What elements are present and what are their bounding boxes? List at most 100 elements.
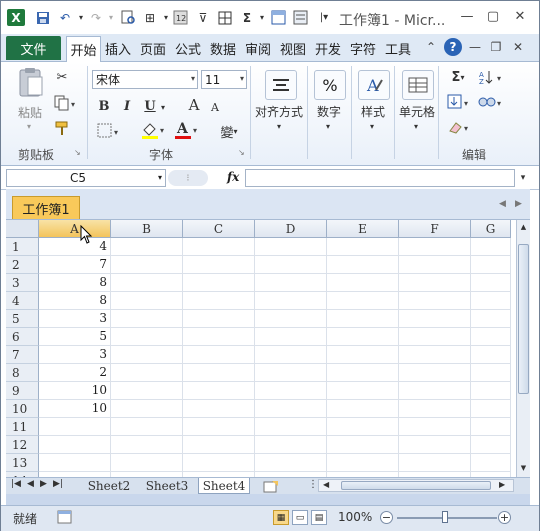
column-header-e[interactable]: E [327,220,399,238]
scroll-up-icon[interactable]: ▲ [518,222,529,232]
cut-icon[interactable]: ✂ [53,68,71,86]
cell-g6[interactable] [471,328,511,346]
font-color-button[interactable]: A ▾ [173,120,201,140]
cell-d3[interactable] [255,274,327,292]
customize-qat-icon[interactable]: |▾ [315,9,333,26]
cell-f13[interactable] [399,454,471,472]
minimize-button[interactable]: — [456,7,478,25]
cell-a4[interactable]: 8 [39,292,111,310]
cell-b9[interactable] [111,382,183,400]
name-box[interactable]: C5 ▾ [6,169,166,187]
zoom-in-button[interactable]: + [498,511,511,524]
column-header-a[interactable]: A [39,220,111,238]
scroll-right-icon[interactable]: ▶ [499,480,505,489]
formula-input[interactable] [245,169,515,187]
tab-insert[interactable]: 插入 [102,36,134,60]
row-header-8[interactable]: 8 [6,364,39,382]
tab-page[interactable]: 页面 [137,36,169,60]
cell-e13[interactable] [327,454,399,472]
vertical-scroll-thumb[interactable] [518,244,529,394]
cell-g8[interactable] [471,364,511,382]
cell-g2[interactable] [471,256,511,274]
vertical-scrollbar[interactable]: ▲ ▼ [516,220,530,477]
cell-g5[interactable] [471,310,511,328]
cell-c10[interactable] [183,400,255,418]
number-group-label[interactable]: 数字 [317,103,341,120]
cell-b6[interactable] [111,328,183,346]
cell-d6[interactable] [255,328,327,346]
cell-d4[interactable] [255,292,327,310]
cell-b12[interactable] [111,436,183,454]
cell-a10[interactable]: 10 [39,400,111,418]
sheet-tab-sheet2[interactable]: Sheet2 [84,478,134,494]
cell-d8[interactable] [255,364,327,382]
cell-g11[interactable] [471,418,511,436]
chevron-down-icon[interactable]: ▾ [240,74,244,83]
cell-f3[interactable] [399,274,471,292]
cell-a8[interactable]: 2 [39,364,111,382]
formula-divider-icon[interactable]: ⁝ [168,170,208,186]
cell-d12[interactable] [255,436,327,454]
zoom-slider-thumb[interactable] [442,511,448,523]
cell-c6[interactable] [183,328,255,346]
cell-e4[interactable] [327,292,399,310]
cell-e1[interactable] [327,238,399,256]
cells-icon[interactable] [402,70,434,100]
horizontal-scrollbar[interactable]: ◀ ▶ [318,479,514,492]
excel-app-icon[interactable]: X [7,9,25,26]
cell-f9[interactable] [399,382,471,400]
select-all-corner[interactable] [6,220,39,238]
print-preview-icon[interactable] [119,9,137,26]
shrink-font-button[interactable]: A [208,99,222,115]
autosum-button[interactable]: Σ ▾ [446,68,470,86]
cell-b4[interactable] [111,292,183,310]
find-select-button[interactable]: ▾ [477,93,505,111]
insert-function-button[interactable]: fx [227,170,239,184]
paste-icon[interactable] [15,66,47,100]
tab-file[interactable]: 文件 [6,36,61,60]
tab-review[interactable]: 审阅 [242,36,274,60]
underline-button[interactable]: U [142,97,158,115]
cell-e3[interactable] [327,274,399,292]
font-launcher-icon[interactable]: ↘ [238,148,245,157]
cell-b13[interactable] [111,454,183,472]
paste-label[interactable]: 粘贴 [18,104,42,121]
row-header-1[interactable]: 1 [6,238,39,256]
sheet-tab-sheet3[interactable]: Sheet3 [142,478,192,494]
chevron-down-icon[interactable]: ▾ [158,173,162,182]
cell-g3[interactable] [471,274,511,292]
cell-a13[interactable] [39,454,111,472]
normal-view-button[interactable]: ▦ [273,510,289,525]
cell-d9[interactable] [255,382,327,400]
wb-minimize-icon[interactable]: — [466,38,484,56]
freeze-icon[interactable] [269,9,287,26]
cell-f11[interactable] [399,418,471,436]
cell-g10[interactable] [471,400,511,418]
tab-view[interactable]: 视图 [277,36,309,60]
cell-e9[interactable] [327,382,399,400]
chevron-down-icon[interactable]: ▾ [191,74,195,83]
page-layout-view-button[interactable]: ▭ [292,510,308,525]
cell-c4[interactable] [183,292,255,310]
alignment-icon[interactable] [265,70,297,100]
cell-a7[interactable]: 3 [39,346,111,364]
alignment-dropdown-icon[interactable]: ▾ [277,122,281,131]
row-header-11[interactable]: 11 [6,418,39,436]
page-break-view-button[interactable]: ▤ [311,510,327,525]
cell-e10[interactable] [327,400,399,418]
last-sheet-icon[interactable]: ▶| [53,479,63,489]
cell-g4[interactable] [471,292,511,310]
format-painter-icon[interactable] [53,119,71,137]
column-header-f[interactable]: F [399,220,471,238]
prev-sheet-icon[interactable]: ◀ [27,479,34,489]
styles-icon[interactable]: A [358,70,390,100]
next-sheet-icon[interactable]: ▶ [40,479,47,489]
cell-f10[interactable] [399,400,471,418]
scroll-down-icon[interactable]: ▼ [518,463,529,473]
cell-a3[interactable]: 8 [39,274,111,292]
cell-e8[interactable] [327,364,399,382]
tab-characters[interactable]: 字符 [347,36,379,60]
zoom-out-button[interactable]: − [380,511,393,524]
column-header-d[interactable]: D [255,220,327,238]
paste-dropdown-icon[interactable]: ▾ [27,122,31,131]
